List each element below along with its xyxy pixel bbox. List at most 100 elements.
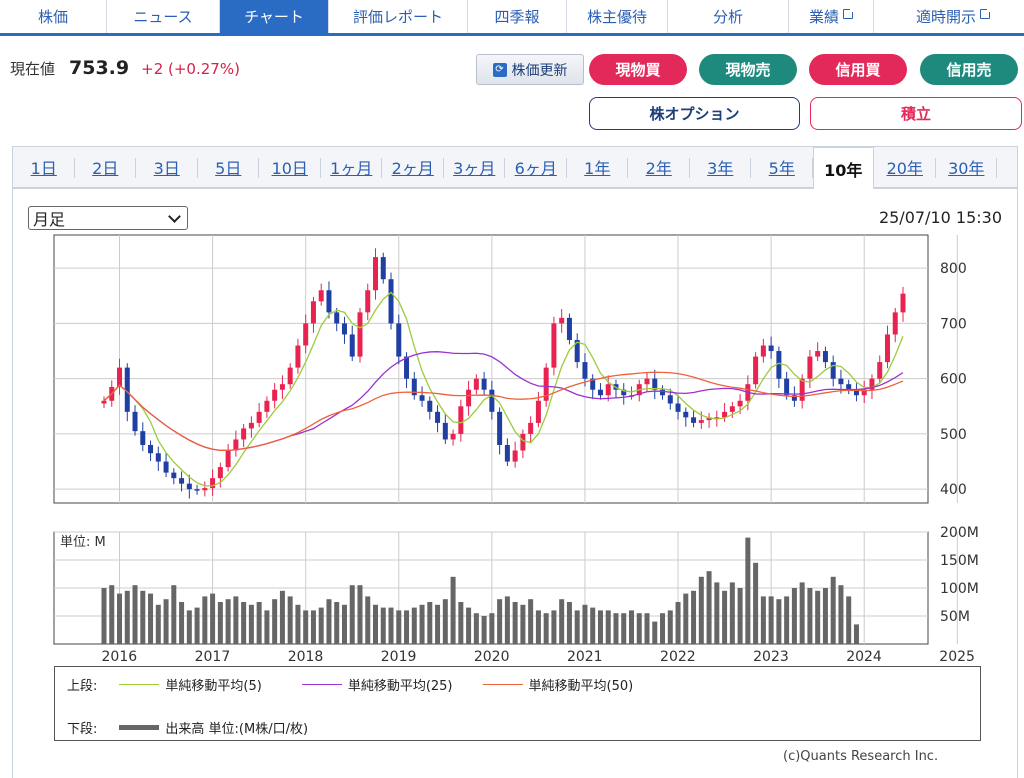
external-link-icon (843, 6, 855, 19)
legend-ma5-label: 単純移動平均(5) (165, 679, 262, 694)
candle-body (644, 378, 650, 385)
nav-tab-0[interactable]: 株価 (0, 0, 107, 33)
volume-bar (179, 602, 185, 644)
candle-body (132, 411, 138, 432)
nav-tab-4[interactable]: 四季報 (468, 0, 567, 33)
volume-bar (574, 610, 580, 644)
candle-body (248, 422, 254, 429)
volume-bar (140, 590, 146, 644)
nav-tab-label: チャート (244, 8, 304, 26)
volume-bar (473, 613, 479, 644)
sell-cash-button[interactable]: 現物売 (699, 54, 797, 85)
price-tick-label: 400 (940, 482, 967, 498)
candle-body (884, 334, 890, 363)
nav-tab-label: 業績 (808, 8, 839, 26)
nav-tab-7[interactable]: 業績 (789, 0, 874, 33)
volume-bar (194, 607, 200, 644)
volume-bar (217, 602, 223, 644)
current-price-label: 現在値 (10, 60, 56, 78)
year-label: 2023 (753, 649, 789, 665)
volume-unit-label: 単位: M (60, 534, 106, 550)
candle-body (768, 345, 774, 352)
candle-body (287, 367, 293, 385)
candle-body (675, 403, 681, 412)
candle-body (295, 345, 301, 368)
candle-body (171, 472, 177, 479)
buy-margin-button[interactable]: 信用買 (809, 54, 907, 85)
volume-bar (318, 607, 324, 644)
year-label: 2022 (660, 649, 696, 665)
volume-bar (768, 596, 774, 644)
volume-bar (613, 613, 619, 644)
volume-bar (683, 593, 689, 644)
chart-panel: 1日 2日 3日 5日 10日 1ヶ月 2ヶ月 3ヶ月 6ヶ月 1年 2年 3年 5年 10年 20年 30年… (12, 146, 1018, 778)
candle-body (380, 257, 386, 280)
candle-body (179, 478, 185, 484)
volume-tick-label: 150M (940, 553, 979, 569)
volume-tick-label: 100M (940, 581, 979, 597)
nav-tab-6[interactable]: 分析 (668, 0, 789, 33)
year-label: 2018 (288, 649, 324, 665)
candle-body (264, 400, 270, 412)
volume-bar (667, 610, 673, 644)
candle-body (396, 323, 402, 357)
candle-body (117, 367, 123, 387)
buy-cash-button[interactable]: 現物買 (589, 54, 687, 85)
nav-tab-8[interactable]: 適時開示 (874, 0, 1024, 33)
candle-body (784, 378, 790, 396)
candle-body (442, 422, 448, 440)
candle-body (760, 345, 766, 357)
nav-tab-5[interactable]: 株主優待 (567, 0, 668, 33)
volume-bar (334, 602, 340, 644)
volume-bar (776, 599, 782, 644)
volume-bar (427, 602, 433, 644)
volume-bar (442, 599, 448, 644)
volume-bar (380, 607, 386, 644)
volume-bar (846, 596, 852, 644)
volume-bar (435, 604, 441, 644)
candle-body (217, 467, 223, 479)
legend-ma50-label: 単純移動平均(50) (528, 679, 634, 694)
candle-body (318, 290, 324, 302)
volume-bar (784, 596, 790, 644)
legend-ma25-label: 単純移動平均(25) (347, 679, 453, 694)
options-button[interactable]: 株オプション (589, 97, 800, 130)
volume-bar (597, 610, 603, 644)
candle-body (807, 356, 813, 379)
candle-body (101, 400, 107, 404)
refresh-quote-button[interactable]: ⟳ 株価更新 (476, 54, 584, 85)
volume-bar (691, 590, 697, 644)
candle-body (737, 400, 743, 407)
candle-body (597, 389, 603, 396)
refresh-quote-label: 株価更新 (511, 62, 568, 79)
volume-bar (543, 613, 549, 644)
year-label: 2025 (939, 649, 975, 665)
price-tick-label: 800 (940, 261, 967, 277)
nav-tab-label: ニュース (133, 8, 193, 26)
candle-body (241, 428, 247, 440)
nav-tab-2[interactable]: チャート (220, 0, 329, 33)
candle-body (341, 323, 347, 335)
volume-bar (644, 613, 650, 644)
candle-body (272, 389, 278, 401)
volume-bar (512, 602, 518, 644)
nav-tab-3[interactable]: 評価レポート (329, 0, 468, 33)
nav-tab-1[interactable]: ニュース (107, 0, 220, 33)
legend-ma25-swatch (301, 684, 342, 685)
accumulate-button[interactable]: 積立 (810, 97, 1022, 130)
nav-tab-label: 株主優待 (586, 8, 647, 26)
sell-margin-button[interactable]: 信用売 (920, 54, 1018, 85)
volume-bar (225, 599, 231, 644)
candle-body (194, 489, 200, 491)
volume-bar (124, 590, 130, 644)
candle-body (140, 431, 146, 445)
volume-bar (722, 590, 728, 644)
candle-body (683, 411, 689, 418)
volume-bar (497, 599, 503, 644)
candle-body (838, 378, 844, 385)
current-price: 753.9 (69, 57, 130, 79)
quote-row: 現在値 753.9 +2 (+0.27%) (10, 57, 240, 79)
candle-body (155, 453, 161, 462)
candle-body (729, 406, 735, 412)
volume-bar (373, 604, 379, 644)
